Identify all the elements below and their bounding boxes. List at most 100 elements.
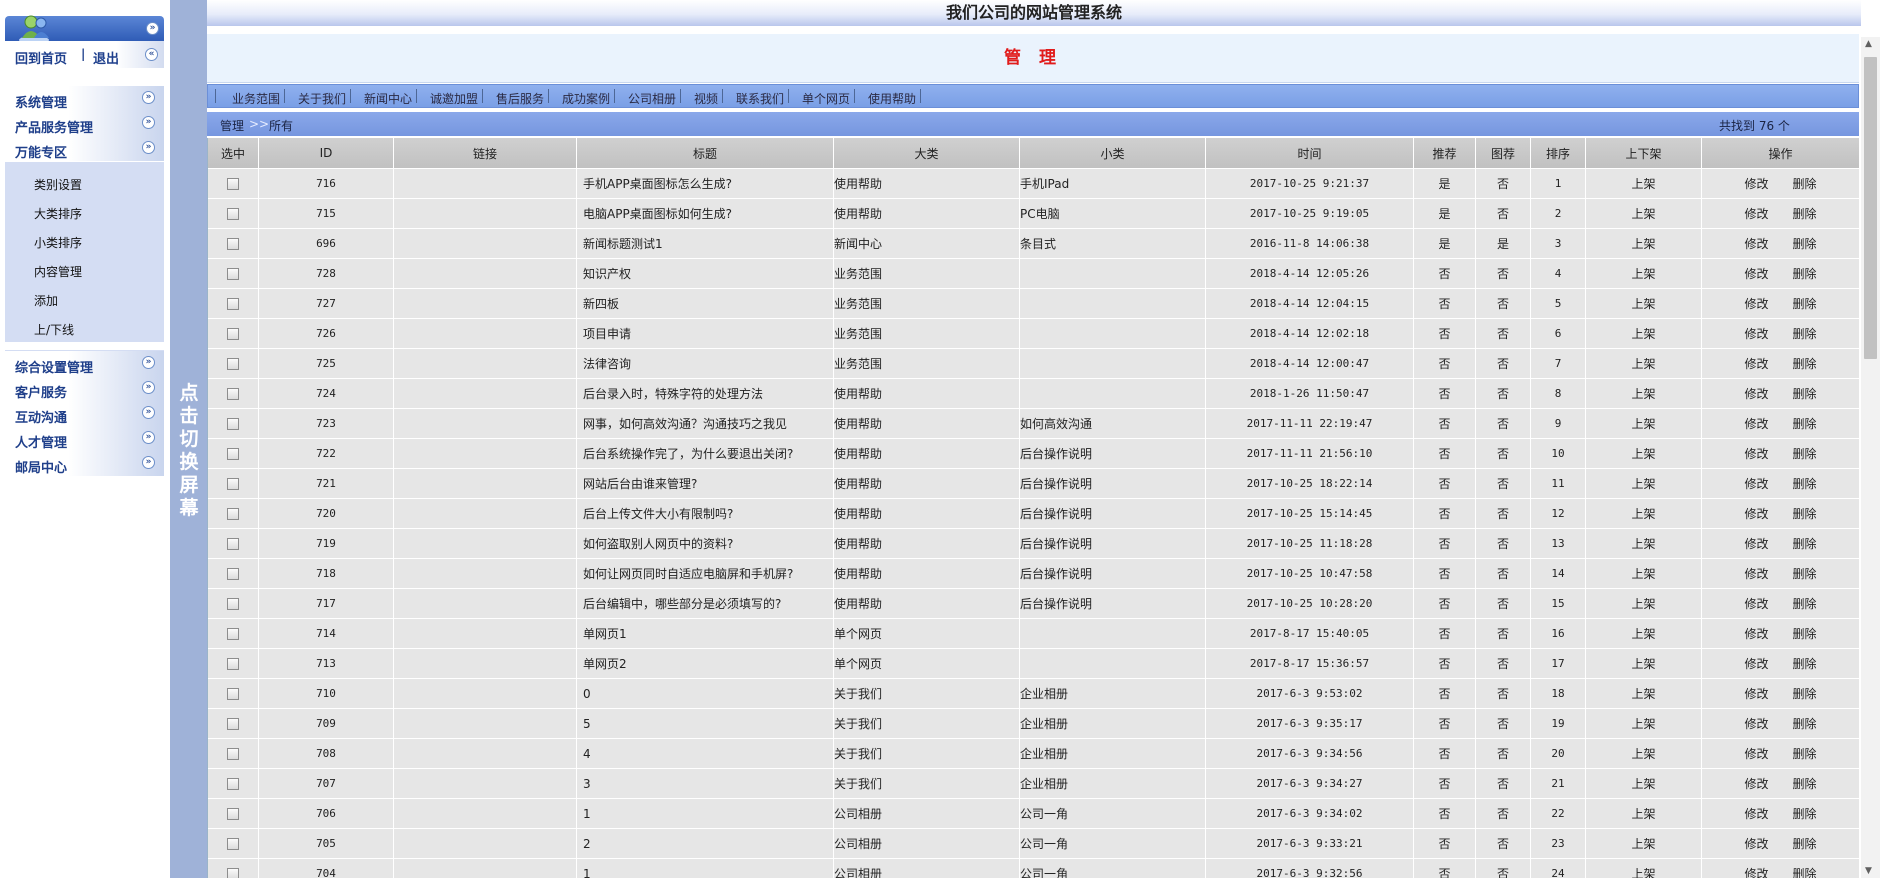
sidebar-group-interact[interactable]: 互动沟通 » [5, 401, 164, 426]
scroll-up-icon[interactable]: ▲ [1865, 39, 1872, 49]
delete-button[interactable]: 删除 [1793, 327, 1817, 341]
delete-button[interactable]: 删除 [1793, 747, 1817, 761]
sidebar-group-mail[interactable]: 邮局中心 » [5, 451, 164, 476]
row-checkbox[interactable] [227, 268, 239, 280]
home-link[interactable]: 回到首页 [15, 48, 67, 67]
row-recommend[interactable]: 否 [1414, 769, 1476, 799]
double-chevron-down-icon[interactable]: » [142, 381, 155, 394]
page-scrollbar[interactable]: ▲ ▼ [1861, 37, 1880, 878]
delete-button[interactable]: 删除 [1793, 477, 1817, 491]
row-checkbox[interactable] [227, 688, 239, 700]
row-image-recommend[interactable]: 否 [1476, 169, 1531, 199]
edit-button[interactable]: 修改 [1744, 867, 1768, 878]
row-checkbox[interactable] [227, 238, 239, 250]
edit-button[interactable]: 修改 [1744, 687, 1768, 701]
row-checkbox[interactable] [227, 868, 239, 878]
double-chevron-down-icon[interactable]: » [142, 356, 155, 369]
scrollbar-thumb[interactable] [1864, 57, 1877, 359]
row-status[interactable]: 上架 [1586, 799, 1702, 829]
edit-button[interactable]: 修改 [1744, 777, 1768, 791]
delete-button[interactable]: 删除 [1793, 507, 1817, 521]
row-recommend[interactable]: 是 [1414, 169, 1476, 199]
edit-button[interactable]: 修改 [1744, 237, 1768, 251]
tab-cases[interactable]: 成功案例 [562, 90, 610, 107]
edit-button[interactable]: 修改 [1744, 747, 1768, 761]
delete-button[interactable]: 删除 [1793, 807, 1817, 821]
submenu-item-big-sort[interactable]: 大类排序 [34, 205, 82, 222]
row-image-recommend[interactable]: 否 [1476, 679, 1531, 709]
delete-button[interactable]: 删除 [1793, 867, 1817, 878]
row-status[interactable]: 上架 [1586, 619, 1702, 649]
delete-button[interactable]: 删除 [1793, 537, 1817, 551]
row-recommend[interactable]: 否 [1414, 619, 1476, 649]
edit-button[interactable]: 修改 [1744, 807, 1768, 821]
screen-switch-bar[interactable]: 点击切换屏幕 [170, 0, 207, 878]
row-image-recommend[interactable]: 否 [1476, 499, 1531, 529]
edit-button[interactable]: 修改 [1744, 177, 1768, 191]
row-status[interactable]: 上架 [1586, 259, 1702, 289]
row-image-recommend[interactable]: 否 [1476, 319, 1531, 349]
row-image-recommend[interactable]: 否 [1476, 619, 1531, 649]
row-status[interactable]: 上架 [1586, 859, 1702, 878]
row-image-recommend[interactable]: 否 [1476, 799, 1531, 829]
delete-button[interactable]: 删除 [1793, 357, 1817, 371]
double-chevron-down-icon[interactable]: » [142, 431, 155, 444]
sidebar-group-customer[interactable]: 客户服务 » [5, 376, 164, 401]
row-recommend[interactable]: 是 [1414, 199, 1476, 229]
tab-single-page[interactable]: 单个网页 [802, 90, 850, 107]
double-chevron-down-icon[interactable]: » [146, 22, 159, 35]
edit-button[interactable]: 修改 [1744, 327, 1768, 341]
submenu-item-online[interactable]: 上/下线 [34, 321, 74, 338]
sidebar-group-settings[interactable]: 综合设置管理 » [5, 351, 164, 376]
row-checkbox[interactable] [227, 208, 239, 220]
row-recommend[interactable]: 否 [1414, 439, 1476, 469]
delete-button[interactable]: 删除 [1793, 687, 1817, 701]
row-recommend[interactable]: 否 [1414, 739, 1476, 769]
row-recommend[interactable]: 否 [1414, 469, 1476, 499]
row-recommend[interactable]: 否 [1414, 259, 1476, 289]
delete-button[interactable]: 删除 [1793, 207, 1817, 221]
tab-help[interactable]: 使用帮助 [868, 90, 916, 107]
edit-button[interactable]: 修改 [1744, 477, 1768, 491]
double-chevron-down-icon[interactable]: » [142, 456, 155, 469]
row-image-recommend[interactable]: 否 [1476, 409, 1531, 439]
row-status[interactable]: 上架 [1586, 739, 1702, 769]
delete-button[interactable]: 删除 [1793, 237, 1817, 251]
row-recommend[interactable]: 否 [1414, 349, 1476, 379]
delete-button[interactable]: 删除 [1793, 717, 1817, 731]
delete-button[interactable]: 删除 [1793, 597, 1817, 611]
row-status[interactable]: 上架 [1586, 409, 1702, 439]
edit-button[interactable]: 修改 [1744, 537, 1768, 551]
row-checkbox[interactable] [227, 418, 239, 430]
row-checkbox[interactable] [227, 658, 239, 670]
delete-button[interactable]: 删除 [1793, 267, 1817, 281]
row-status[interactable]: 上架 [1586, 439, 1702, 469]
row-status[interactable]: 上架 [1586, 469, 1702, 499]
row-status[interactable]: 上架 [1586, 679, 1702, 709]
edit-button[interactable]: 修改 [1744, 597, 1768, 611]
double-chevron-down-icon[interactable]: » [142, 116, 155, 129]
row-checkbox[interactable] [227, 778, 239, 790]
row-image-recommend[interactable]: 否 [1476, 469, 1531, 499]
edit-button[interactable]: 修改 [1744, 657, 1768, 671]
delete-button[interactable]: 删除 [1793, 417, 1817, 431]
edit-button[interactable]: 修改 [1744, 357, 1768, 371]
row-image-recommend[interactable]: 否 [1476, 589, 1531, 619]
row-status[interactable]: 上架 [1586, 649, 1702, 679]
row-recommend[interactable]: 否 [1414, 799, 1476, 829]
row-status[interactable]: 上架 [1586, 499, 1702, 529]
edit-button[interactable]: 修改 [1744, 207, 1768, 221]
row-status[interactable]: 上架 [1586, 589, 1702, 619]
row-image-recommend[interactable]: 否 [1476, 709, 1531, 739]
row-status[interactable]: 上架 [1586, 319, 1702, 349]
tab-contact[interactable]: 联系我们 [736, 90, 784, 107]
delete-button[interactable]: 删除 [1793, 387, 1817, 401]
row-recommend[interactable]: 否 [1414, 589, 1476, 619]
submenu-item-small-sort[interactable]: 小类排序 [34, 234, 82, 251]
breadcrumb-root[interactable]: 管理 [220, 117, 244, 134]
row-checkbox[interactable] [227, 448, 239, 460]
edit-button[interactable]: 修改 [1744, 837, 1768, 851]
edit-button[interactable]: 修改 [1744, 567, 1768, 581]
row-recommend[interactable]: 否 [1414, 829, 1476, 859]
submenu-item-content[interactable]: 内容管理 [34, 263, 82, 280]
